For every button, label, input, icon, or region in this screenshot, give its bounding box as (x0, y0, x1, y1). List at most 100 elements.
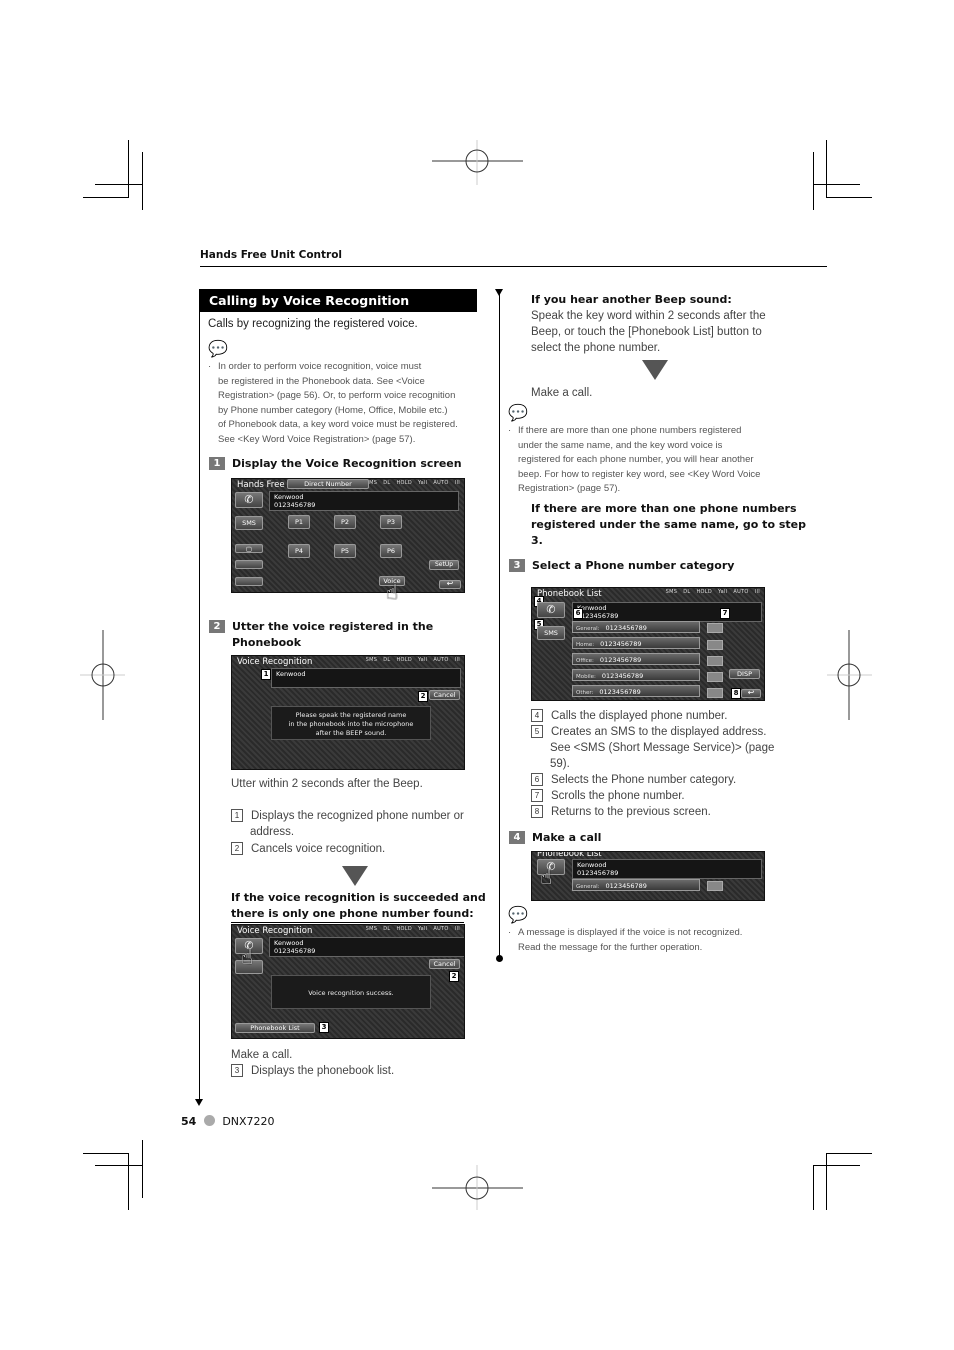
voice-recognition-screen: Voice Recognition SMS DL HOLD Yall AUTO III 1… (231, 655, 465, 770)
note-1: · In order to perform voice recognition,… (208, 361, 458, 445)
preset-p3-button[interactable]: P3 (380, 515, 402, 529)
call-button[interactable]: ✆ (235, 492, 263, 508)
callout-marker: 2 (449, 971, 459, 982)
crop-mark (142, 1140, 143, 1198)
category-row-home[interactable]: Home: 0123456789 (572, 637, 700, 649)
note-2: · If there are more than one phone numbe… (508, 425, 761, 494)
preset-p5-button[interactable]: P5 (334, 544, 356, 558)
make-call-screen: Phonebook List ✆ Kenwood 0123456789 Gener… (531, 851, 765, 901)
success-condition: If the voice recognition is succeeded an… (231, 891, 486, 920)
direct-number-button[interactable]: Direct Number (287, 479, 369, 489)
note-icon: 💬 (508, 403, 528, 422)
crop-mark (95, 184, 143, 185)
registration-mark (80, 630, 125, 720)
status-bar: SMS DL HOLD Yall AUTO III (665, 589, 760, 595)
call-button[interactable]: ✆ (537, 602, 565, 618)
crop-mark (95, 1165, 143, 1166)
setup-button[interactable]: SetUp (429, 560, 459, 570)
contact-field: Kenwood 0123456789 (572, 859, 762, 879)
contact-field: Kenwood 0123456789 (572, 602, 762, 622)
step-1-heading: 1 Display the Voice Recognition screen (209, 456, 462, 472)
contact-field: Kenwood 0123456789 (269, 937, 464, 957)
callout-marker: 8 (731, 688, 741, 699)
phonebook-list-button[interactable]: Phonebook List (235, 1023, 315, 1033)
scroll-button[interactable] (707, 623, 723, 633)
note-3: · A message is displayed if the voice is… (508, 927, 743, 953)
screen-title: Phonebook List (537, 589, 602, 599)
touch-hand-icon: ☝ (241, 945, 254, 969)
preset-p2-button[interactable]: P2 (334, 515, 356, 529)
crop-mark (826, 1153, 872, 1154)
category-row-other[interactable]: Other: 0123456789 (572, 685, 700, 697)
header-rule (200, 266, 827, 267)
callout-marker: 6 (573, 608, 583, 619)
callout-marker: 7 (720, 608, 730, 619)
status-bar: SMS DL HOLD Yall AUTO III (365, 657, 460, 663)
scroll-button[interactable] (707, 688, 723, 698)
registration-mark (827, 630, 872, 720)
section-title: Calling by Voice Recognition (200, 289, 477, 312)
callout-item-7: 7 Scrolls the phone number. (531, 788, 774, 804)
disp-button[interactable]: DISP (729, 669, 760, 679)
page-footer: 54 DNX7220 (181, 1115, 275, 1128)
step-2-heading: 2 Utter the voice registered in the Phoneb… (209, 619, 433, 651)
scroll-button[interactable] (707, 640, 723, 650)
crop-mark (128, 1153, 129, 1210)
callout-item-1: 1 Displays the recognized phone number or… (231, 808, 464, 840)
page-number: 54 (181, 1115, 197, 1128)
status-bar: SMS DL HOLD Yall AUTO III (365, 926, 460, 932)
step3-callouts: 4 Calls the displayed phone number. 5 Crea… (531, 708, 774, 820)
crop-mark (813, 1165, 814, 1210)
callout-item-6: 6 Selects the Phone number category. (531, 772, 774, 788)
crop-mark (826, 197, 872, 198)
category-row-office[interactable]: Office: 0123456789 (572, 653, 700, 665)
scroll-button[interactable] (707, 672, 723, 682)
cancel-button[interactable]: Cancel (429, 959, 460, 969)
preset-p1-button[interactable]: P1 (288, 515, 310, 529)
utter-instruction: Utter within 2 seconds after the Beep. (231, 778, 423, 790)
preset-p6-button[interactable]: P6 (380, 544, 402, 558)
callout-marker: 1 (261, 669, 271, 680)
back-button[interactable]: ↩ (741, 689, 761, 698)
preset-p4-button[interactable]: P4 (288, 544, 310, 558)
screen-title: Phonebook List (537, 851, 602, 859)
flow-arrow-icon (195, 1099, 203, 1106)
screen-title: Voice Recognition (237, 926, 313, 936)
category-row-general[interactable]: General: 0123456789 (572, 879, 700, 891)
flow-line (499, 293, 500, 958)
category-row-general[interactable]: General: 0123456789 (572, 621, 700, 633)
beep-text: Speak the key word within 2 seconds afte… (531, 310, 766, 354)
crop-mark (813, 184, 860, 185)
callout-marker: 2 (418, 691, 428, 702)
scroll-button[interactable] (707, 656, 723, 666)
goto-step-3-text: If there are more than one phone numbers… (531, 502, 806, 547)
redial-button[interactable] (235, 560, 263, 569)
make-call-text: Make a call. (531, 387, 593, 399)
sms-button[interactable]: SMS (537, 626, 565, 640)
category-row-mobile[interactable]: Mobile: 0123456789 (572, 669, 700, 681)
crop-mark (83, 1153, 129, 1154)
mode-button[interactable] (235, 577, 263, 586)
crop-mark (142, 152, 143, 210)
registration-mark (432, 140, 523, 185)
screen-title: Voice Recognition (237, 657, 313, 667)
scroll-button[interactable] (707, 881, 723, 891)
registration-mark (432, 1165, 523, 1210)
beep-heading: If you hear another Beep sound: (531, 293, 732, 306)
phonebook-icon-button[interactable]: ▢ (235, 544, 263, 553)
callout-item-5: 5 Creates an SMS to the displayed address… (531, 724, 774, 772)
intro-text: Calls by recognizing the registered voic… (208, 318, 418, 330)
crop-mark (826, 1153, 827, 1210)
crop-mark (813, 1165, 860, 1166)
back-button[interactable]: ↩ (439, 580, 461, 589)
crop-mark (826, 140, 827, 197)
rule (231, 922, 464, 923)
cancel-button[interactable]: Cancel (429, 690, 460, 700)
touch-hand-icon: ☝ (386, 580, 399, 604)
hands-free-screen: Hands Free SMS DL HOLD Yall AUTO III ✆ Kenwoo… (231, 478, 465, 593)
note-icon: 💬 (208, 339, 228, 358)
sms-button[interactable]: SMS (235, 516, 263, 530)
success-message: Voice recognition success. (271, 975, 431, 1009)
crop-mark (83, 197, 129, 198)
callout-marker: 3 (319, 1022, 329, 1033)
